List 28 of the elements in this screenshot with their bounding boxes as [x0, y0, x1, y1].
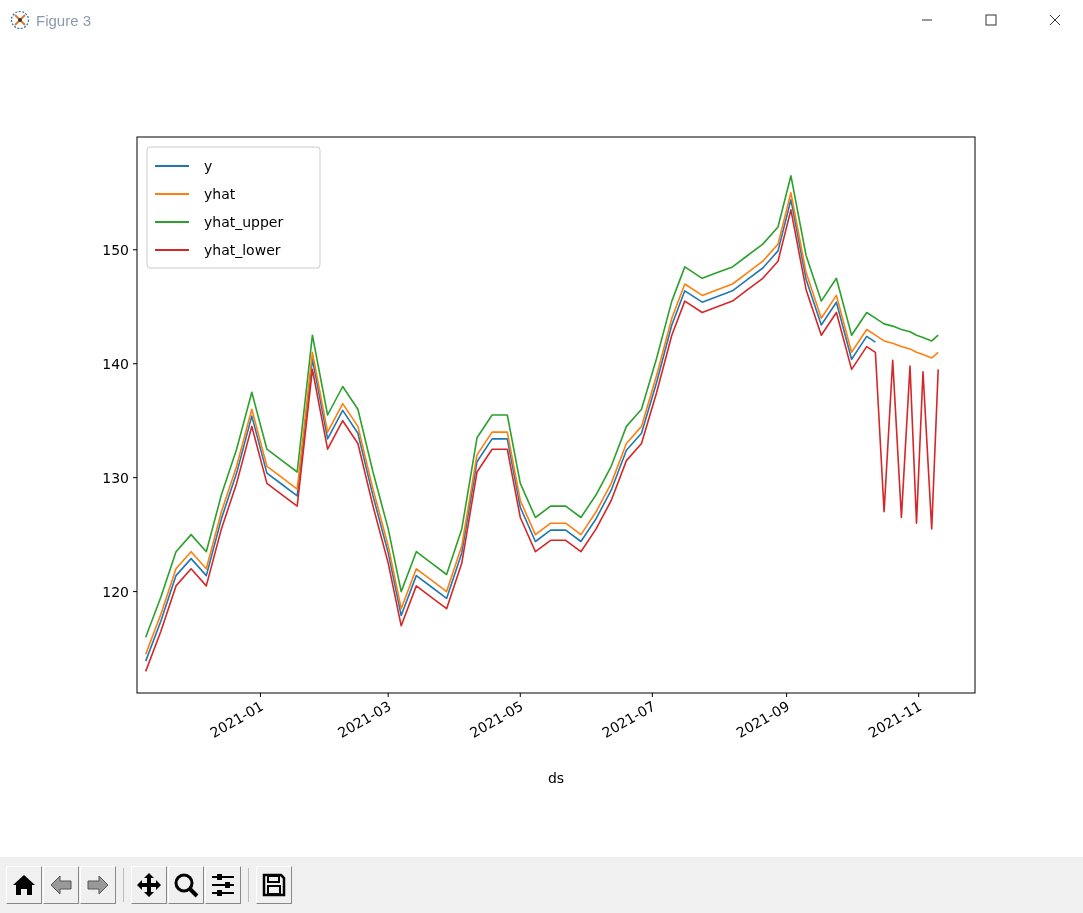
legend-label: y — [204, 158, 213, 174]
legend-label: yhat_lower — [204, 242, 281, 258]
save-button[interactable] — [256, 866, 292, 904]
maximize-icon[interactable] — [985, 14, 997, 26]
four-way-arrows-icon — [135, 871, 163, 899]
sliders-icon — [209, 871, 237, 899]
close-icon[interactable] — [1049, 14, 1061, 26]
legend-line — [154, 221, 190, 223]
legend-line — [154, 193, 190, 195]
pan-button[interactable] — [131, 866, 167, 904]
x-axis-label: ds — [547, 770, 565, 786]
settings-button[interactable] — [205, 866, 241, 904]
magnifier-icon — [172, 871, 200, 899]
legend-line — [154, 165, 190, 167]
zoom-button[interactable] — [168, 866, 204, 904]
window-title: Figure 3 — [36, 11, 92, 29]
home-button[interactable] — [6, 866, 42, 904]
legend-label: yhat — [204, 186, 236, 202]
house-icon — [11, 872, 37, 898]
legend-line — [154, 249, 190, 251]
legend-label: yhat_upper — [204, 214, 284, 230]
y-tick-label: 140 — [102, 355, 129, 372]
y-tick-label: 150 — [102, 241, 129, 258]
y-tick-label: 130 — [102, 469, 129, 486]
figure-app-icon — [10, 10, 30, 30]
back-button[interactable] — [43, 866, 79, 904]
y-tick-label: 120 — [102, 583, 129, 600]
forward-button[interactable] — [80, 866, 116, 904]
